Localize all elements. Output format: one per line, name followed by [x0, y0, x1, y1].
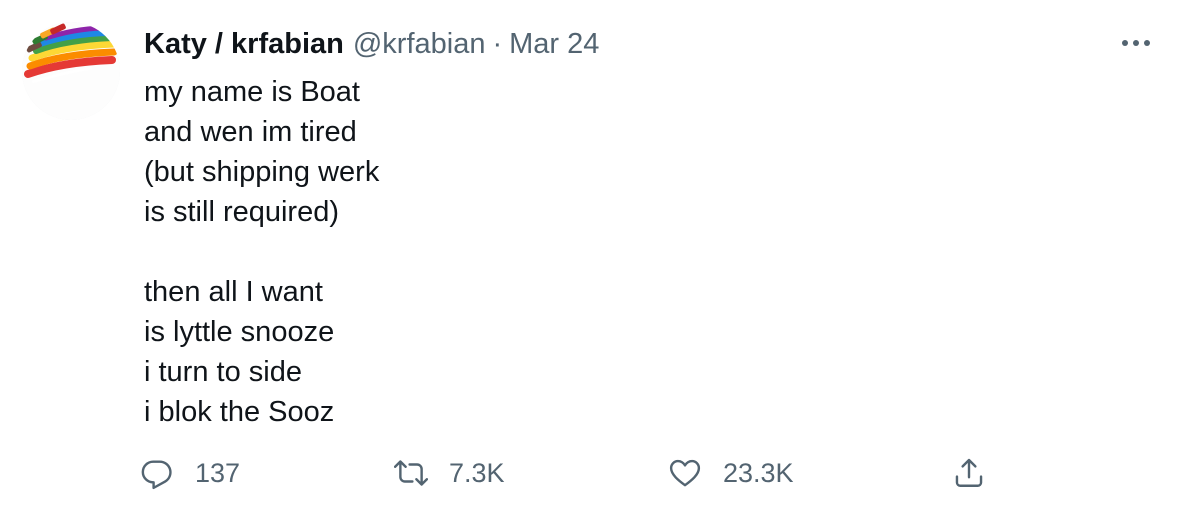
- like-count: 23.3K: [723, 457, 794, 488]
- more-horizontal-icon: [1122, 40, 1150, 46]
- retweet-icon: [394, 460, 428, 486]
- tweet-text-line: my name is Boat: [144, 76, 360, 108]
- tweet-text-line: is lyttle snooze: [144, 316, 335, 348]
- tweet-text-line: then all I want: [144, 276, 323, 308]
- separator-dot: ·: [492, 27, 503, 60]
- tweet-text-line: [144, 232, 379, 272]
- tweet-text-line: i blok the Sooz: [144, 396, 335, 428]
- more-options-button[interactable]: [1114, 28, 1158, 58]
- avatar[interactable]: [22, 22, 120, 120]
- like-button[interactable]: 23.3K: [668, 450, 794, 496]
- tweet[interactable]: Katy / krfabian @krfabian · Mar 24 my na…: [0, 0, 1184, 530]
- share-icon: [955, 458, 983, 487]
- display-name[interactable]: Katy / krfabian: [144, 28, 344, 61]
- tweet-text-line: (but shipping werk: [144, 156, 380, 188]
- reply-icon: [141, 460, 172, 490]
- share-button[interactable]: [952, 450, 986, 496]
- reply-button[interactable]: 137: [140, 450, 240, 496]
- retweet-button[interactable]: 7.3K: [394, 450, 505, 496]
- user-handle[interactable]: @krfabian: [353, 28, 486, 61]
- tweet-actions: 137 7.3K 23.3K: [140, 450, 1040, 496]
- tweet-text-line: and wen im tired: [144, 116, 357, 148]
- reply-count: 137: [195, 457, 241, 488]
- tweet-date[interactable]: Mar 24: [509, 28, 599, 61]
- tweet-text: my name is Boat and wen im tired (but sh…: [144, 72, 379, 432]
- avatar-image: [22, 22, 120, 120]
- tweet-text-line: is still required): [144, 196, 339, 228]
- tweet-header: Katy / krfabian @krfabian · Mar 24: [144, 24, 599, 64]
- heart-icon: [669, 459, 701, 487]
- retweet-count: 7.3K: [449, 457, 505, 488]
- tweet-text-line: i turn to side: [144, 356, 302, 388]
